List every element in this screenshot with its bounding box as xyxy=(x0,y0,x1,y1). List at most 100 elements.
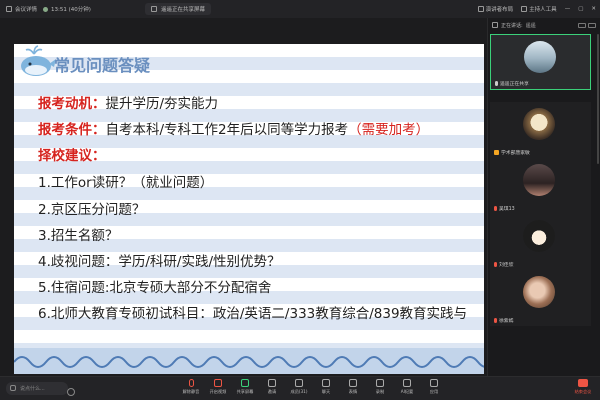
meeting-title: 会议详情 xyxy=(15,7,38,13)
tool-label: 聊天 xyxy=(321,389,331,394)
advice-item: 3.招生名额？ xyxy=(38,228,119,244)
participant-name: 学术部唐家敏 xyxy=(501,151,530,156)
shared-screen-area: 常见问题答疑 报考动机：提升学历/夯实能力 报考条件：自考本科/专科工作2年后以… xyxy=(0,18,487,376)
avatar xyxy=(523,108,555,140)
share-screen-button[interactable]: 共享屏幕 xyxy=(236,379,254,395)
participant-label: 遥遥正在共享 xyxy=(495,80,529,87)
tool-label: 表情 xyxy=(348,389,358,394)
reactions-button[interactable]: 表情 xyxy=(344,379,362,395)
participant-name: 徐紫嫣 xyxy=(499,319,514,324)
mic-off-icon xyxy=(188,379,194,387)
panel-controls xyxy=(578,22,596,28)
participant-tile[interactable]: 徐紫嫣 xyxy=(490,270,591,326)
host-tools-label: 主持人工具 xyxy=(529,7,557,13)
advice-label: 择校建议： xyxy=(38,148,106,164)
speaker-icon xyxy=(492,22,498,28)
unmute-button[interactable]: 解除静音 xyxy=(182,379,200,395)
meeting-logo-icon xyxy=(6,6,12,12)
participant-label: 学术部唐家敏 xyxy=(494,149,530,156)
condition-label: 报考条件： xyxy=(38,122,106,138)
motive-label: 报考动机： xyxy=(38,96,106,112)
host-tools-icon xyxy=(521,6,528,12)
participant-label: 刘佳欣 xyxy=(494,261,513,268)
chat-input[interactable]: 说点什么... xyxy=(6,382,75,396)
participant-tile[interactable]: 刘佳欣 xyxy=(490,214,591,270)
screen-share-icon xyxy=(151,6,157,12)
top-right-controls: 演讲者布局 主持人工具 — ▢ ✕ xyxy=(477,0,596,18)
motive-text: 提升学历/夯实能力 xyxy=(105,96,219,112)
avatar xyxy=(523,276,555,308)
share-banner[interactable]: 遥遥正在共享屏幕 xyxy=(145,3,212,15)
maximize-button[interactable]: ▢ xyxy=(578,6,583,12)
start-video-button[interactable]: 开启视频 xyxy=(209,379,227,395)
mic-icon xyxy=(495,81,498,86)
chat-placeholder: 说点什么... xyxy=(20,386,45,392)
host-badge-icon xyxy=(494,150,499,155)
signal-icon xyxy=(43,6,49,12)
mic-muted-icon xyxy=(494,318,497,323)
condition-line: 报考条件：自考本科/专科工作2年后以同等学力报考（需要加考） xyxy=(38,118,429,138)
avatar xyxy=(523,220,555,252)
slide-heading: 常见问题答疑 xyxy=(54,56,151,75)
mic-muted-icon xyxy=(494,262,497,267)
tool-label: 邀请 xyxy=(267,389,277,394)
emoji-icon[interactable] xyxy=(67,388,75,396)
host-tools-button[interactable]: 主持人工具 xyxy=(521,5,557,13)
participant-name: 遥遥正在共享 xyxy=(500,82,529,87)
mic-muted-icon xyxy=(494,206,497,211)
advice-line: 择校建议： xyxy=(38,144,106,164)
speaker-layout-label: 演讲者布局 xyxy=(485,7,514,13)
tool-label: 共享屏幕 xyxy=(236,389,254,394)
invite-button[interactable]: 邀请 xyxy=(263,379,281,395)
participant-name: 刘佳欣 xyxy=(499,263,514,268)
members-icon xyxy=(295,379,303,387)
shared-slide: 常见问题答疑 报考动机：提升学历/夯实能力 报考条件：自考本科/专科工作2年后以… xyxy=(14,44,484,374)
avatar xyxy=(523,164,555,196)
ai-notes-button[interactable]: AI纪要 xyxy=(398,379,416,395)
participant-panel: 正在讲话: 遥遥 遥遥正在共享 学术部唐家敏 吴琪13 刘佳欣 徐紫嫣 xyxy=(487,18,600,376)
wave-border-decoration xyxy=(14,348,484,374)
speaker-layout-button[interactable]: 演讲者布局 xyxy=(477,5,514,13)
advice-item: 6.北师大教育专硕初试科目：政治/英语二/333教育综合/839教育实践与 xyxy=(38,306,468,322)
close-button[interactable]: ✕ xyxy=(591,6,596,12)
motive-line: 报考动机：提升学历/夯实能力 xyxy=(38,92,218,112)
tool-label: 成员(31) xyxy=(290,389,308,394)
advice-item: 5.住宿问题:北京专硕大部分不分配宿舍 xyxy=(38,280,272,296)
apps-button[interactable]: 应用 xyxy=(425,379,443,395)
condition-note: （需要加考） xyxy=(348,122,430,138)
chat-bubble-icon xyxy=(10,385,16,391)
leave-icon xyxy=(578,379,588,387)
meeting-tools: 解除静音 开启视频 共享屏幕 邀请 成员(31) 聊天 表情 录制 AI纪要 应… xyxy=(182,379,443,395)
condition-text: 自考本科/专科工作2年后以同等学力报考 xyxy=(105,122,349,138)
participant-tile[interactable]: 学术部唐家敏 xyxy=(490,102,591,158)
advice-item: 1.工作or读研？（就业问题） xyxy=(38,175,214,191)
emoji-icon xyxy=(349,379,357,387)
tool-label: 应用 xyxy=(429,389,439,394)
chat-button[interactable]: 聊天 xyxy=(317,379,335,395)
whale-logo-icon xyxy=(21,45,56,76)
participant-name: 吴琪13 xyxy=(499,207,515,212)
end-meeting-label: 结束会议 xyxy=(574,389,592,394)
advice-item: 2.京区压分问题？ xyxy=(38,202,146,218)
panel-scrollbar[interactable] xyxy=(597,34,599,164)
invite-icon xyxy=(268,379,276,387)
ai-notes-icon xyxy=(403,379,411,387)
panel-layout-button[interactable] xyxy=(578,22,586,28)
meeting-info[interactable]: 会议详情 xyxy=(6,5,37,13)
meeting-status: 13:51 (40分钟) xyxy=(43,5,91,13)
chat-icon xyxy=(322,379,330,387)
tool-label: 开启视频 xyxy=(209,389,227,394)
participant-label: 徐紫嫣 xyxy=(494,317,513,324)
end-meeting-button[interactable]: 结束会议 xyxy=(572,379,594,395)
video-off-icon xyxy=(214,379,222,387)
speaking-name: 遥遥 xyxy=(525,22,536,29)
meeting-timer: 13:51 (40分钟) xyxy=(51,7,91,13)
participant-tile[interactable]: 遥遥正在共享 xyxy=(490,34,591,90)
tool-label: 录制 xyxy=(375,389,385,394)
participant-label: 吴琪13 xyxy=(494,205,515,212)
minimize-button[interactable]: — xyxy=(565,6,571,12)
record-button[interactable]: 录制 xyxy=(371,379,389,395)
panel-collapse-button[interactable] xyxy=(588,22,596,28)
members-button[interactable]: 成员(31) xyxy=(290,379,308,395)
participant-tile[interactable]: 吴琪13 xyxy=(490,158,591,214)
